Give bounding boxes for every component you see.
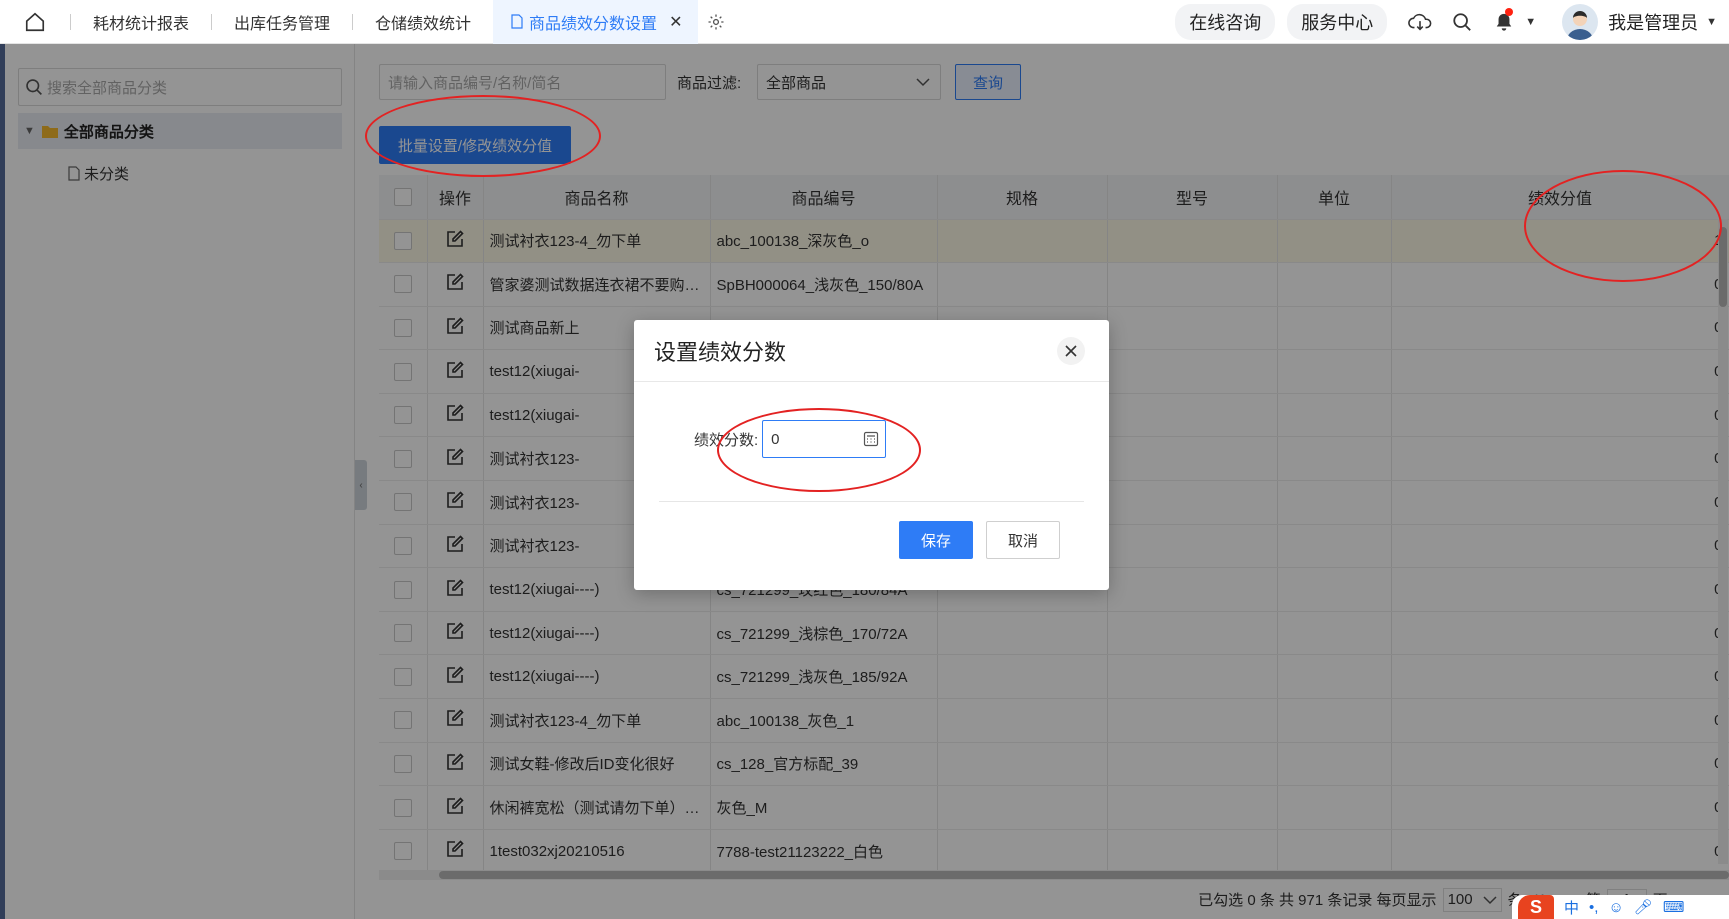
user-caret-icon[interactable]: ▼: [1706, 16, 1717, 28]
gear-icon: [708, 14, 724, 29]
notification-caret-icon[interactable]: ▼: [1525, 16, 1536, 28]
tab-close-icon[interactable]: ✕: [669, 12, 682, 32]
top-tab-bar: 耗材统计报表 出库任务管理 仓储绩效统计 商品绩效分数设置 ✕ 在线咨询 服务中…: [0, 0, 1729, 44]
dialog-divider: [659, 501, 1084, 502]
tab-product-score-settings[interactable]: 商品绩效分数设置 ✕: [493, 0, 699, 44]
document-icon: [511, 14, 523, 29]
ime-logo: S: [1518, 895, 1554, 919]
score-field-row: 绩效分数: 0: [694, 420, 887, 458]
dialog-close-button[interactable]: [1057, 337, 1085, 365]
search-icon: [1453, 13, 1472, 31]
score-number-input[interactable]: 0: [762, 420, 887, 458]
notification-button[interactable]: [1483, 0, 1525, 44]
set-score-dialog: 设置绩效分数 绩效分数: 0 保存 取消: [634, 320, 1109, 590]
service-center-button[interactable]: 服务中心: [1287, 4, 1388, 40]
dialog-header: 设置绩效分数: [634, 320, 1109, 382]
tab-outbound-tasks[interactable]: 出库任务管理: [212, 0, 352, 44]
home-button[interactable]: [0, 0, 70, 44]
tab-warehouse-performance[interactable]: 仓储绩效统计: [353, 0, 493, 44]
ime-punctuation-icon[interactable]: •,: [1589, 899, 1598, 916]
ime-toolbar[interactable]: S 中 •, ☺ 🎤︎ ⌨: [1512, 895, 1729, 919]
ime-microphone-icon[interactable]: 🎤︎: [1634, 898, 1653, 916]
cloud-download-icon: [1408, 13, 1432, 31]
calculator-icon[interactable]: [863, 431, 879, 447]
cloud-download-button[interactable]: [1399, 0, 1441, 44]
score-field-label: 绩效分数:: [694, 431, 759, 449]
save-button[interactable]: 保存: [899, 521, 973, 559]
ime-keyboard-icon[interactable]: ⌨: [1663, 898, 1685, 916]
tab-material-report[interactable]: 耗材统计报表: [71, 0, 211, 44]
tab-settings-button[interactable]: [698, 0, 734, 44]
search-button[interactable]: [1441, 0, 1483, 44]
user-name[interactable]: 我是管理员: [1608, 9, 1698, 35]
cancel-button[interactable]: 取消: [986, 521, 1060, 559]
close-icon: [1065, 345, 1077, 357]
ime-emoji-icon[interactable]: ☺: [1608, 899, 1623, 916]
dialog-title: 设置绩效分数: [654, 339, 787, 365]
home-icon: [25, 12, 45, 31]
ime-mode[interactable]: 中: [1564, 897, 1579, 918]
online-consult-button[interactable]: 在线咨询: [1175, 4, 1276, 40]
top-right-actions: 在线咨询 服务中心 ▼ 我是管理员 ▼: [1175, 0, 1729, 44]
avatar[interactable]: [1562, 4, 1599, 40]
user-avatar-icon: [1567, 11, 1594, 40]
